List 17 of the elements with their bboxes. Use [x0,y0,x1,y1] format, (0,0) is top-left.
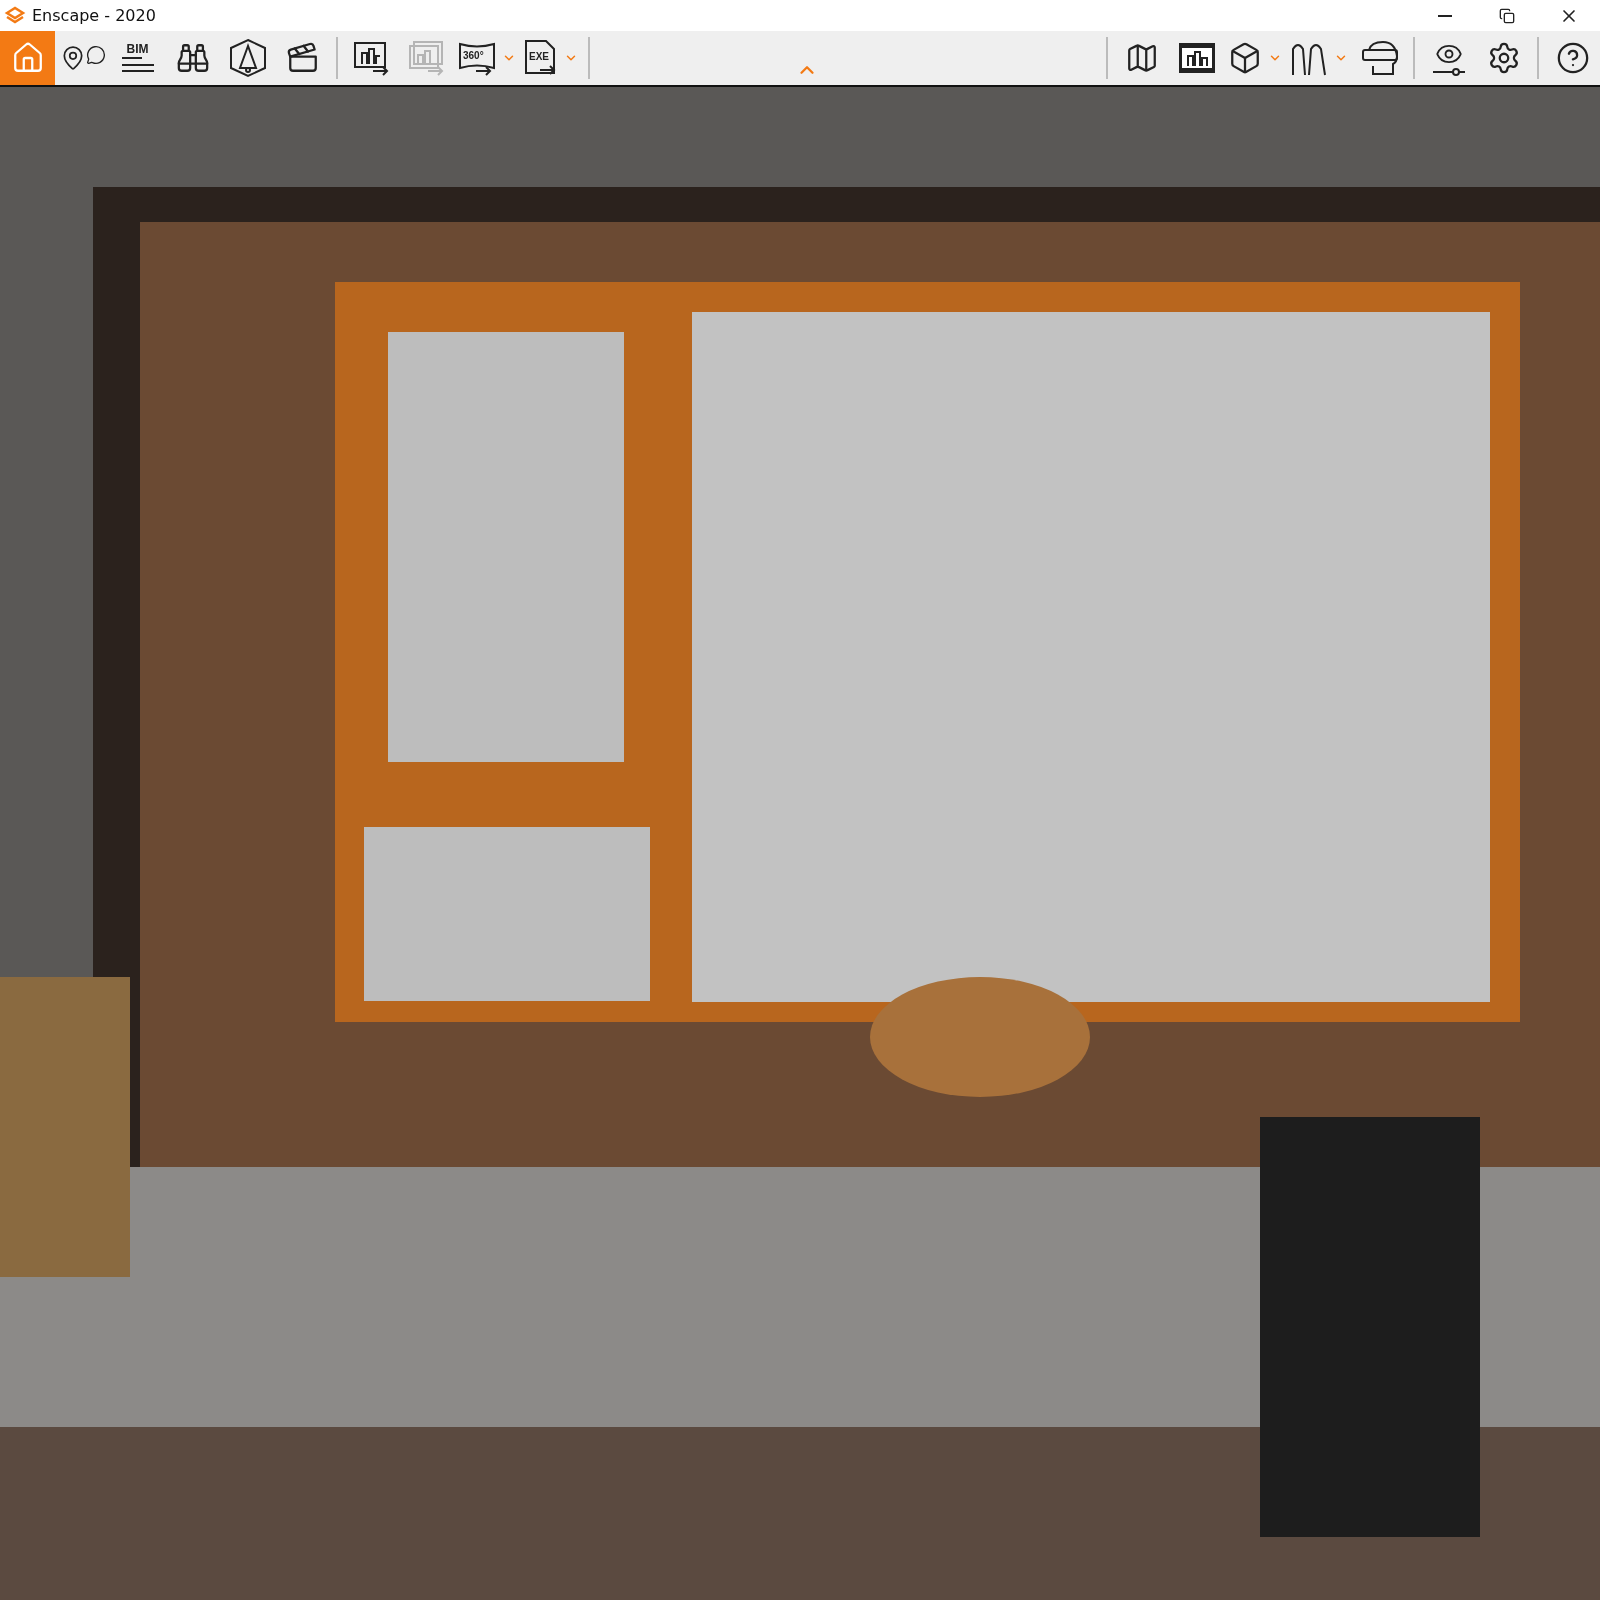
binoculars-icon [175,41,210,75]
file-export-icon [524,39,558,77]
lines-icon [119,55,156,73]
toolbar-button[interactable]: 360° [454,31,520,85]
window-title: Enscape - 2020 [32,6,156,25]
vr-headset-icon [1360,40,1399,76]
image-export-icon [352,40,391,76]
clapperboard-icon [285,41,320,75]
restore-icon [1499,7,1515,24]
panorama-export-icon [458,40,496,76]
help-icon [1555,41,1590,75]
hexagon-cone-icon [228,38,267,78]
toolbar-button[interactable]: BIM [110,31,165,85]
cube-icon [1228,41,1262,75]
minimize-icon [1438,14,1452,17]
toolbar-button[interactable]: EXE [520,31,582,85]
batch-export-icon [407,40,446,76]
